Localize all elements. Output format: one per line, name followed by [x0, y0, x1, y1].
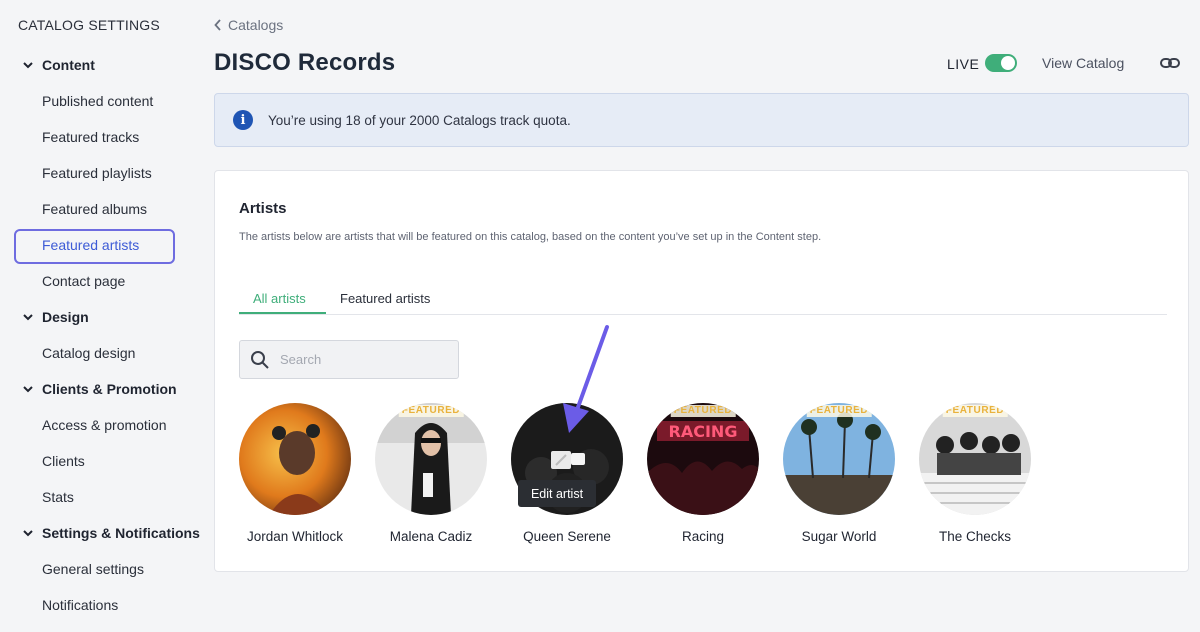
search-icon	[251, 350, 269, 369]
nav-section-label: Clients & Promotion	[42, 381, 177, 397]
artist-avatar	[239, 403, 351, 515]
artist-name: Jordan Whitlock	[246, 529, 344, 544]
artists-description: The artists below are artists that will …	[239, 231, 822, 243]
artist-avatar: FEATURED	[919, 403, 1031, 515]
live-label: LIVE	[947, 56, 980, 72]
chevron-down-icon	[23, 314, 33, 321]
search-input[interactable]	[280, 352, 440, 367]
artist-card[interactable]: FEATURED Sugar World	[771, 403, 907, 553]
nav-item-access-promotion[interactable]: Access & promotion	[42, 417, 167, 433]
breadcrumb[interactable]: Catalogs	[214, 17, 283, 33]
artist-name: Sugar World	[801, 529, 877, 544]
edit-icon[interactable]	[547, 447, 587, 471]
artist-name: Queen Serene	[523, 529, 611, 544]
nav-section-settings-notifications[interactable]: Settings & Notifications	[22, 525, 200, 541]
artist-name: The Checks	[938, 529, 1012, 544]
artist-name: Malena Cadiz	[389, 529, 473, 544]
chevron-left-icon	[214, 19, 221, 31]
page-title: DISCO Records	[214, 49, 396, 76]
nav-item-featured-albums[interactable]: Featured albums	[42, 201, 147, 217]
nav-item-published-content[interactable]: Published content	[42, 93, 153, 109]
artist-tabs: All artists Featured artists	[239, 281, 1167, 315]
tab-active-indicator	[239, 312, 326, 314]
artist-avatar: FEATURED	[375, 403, 487, 515]
artist-card[interactable]: FEATURED Malena Cadiz	[363, 403, 499, 553]
artist-card-hovered[interactable]: Queen Serene	[499, 403, 635, 553]
artist-name: Racing	[681, 529, 725, 544]
edit-artist-tooltip: Edit artist	[518, 480, 596, 507]
info-icon: i	[233, 110, 253, 130]
nav-item-general-settings[interactable]: General settings	[42, 561, 144, 577]
quota-text: You’re using 18 of your 2000 Catalogs tr…	[268, 112, 571, 128]
sidebar: CATALOG SETTINGS Content Published conte…	[0, 0, 205, 632]
nav-section-clients-promotion[interactable]: Clients & Promotion	[22, 381, 177, 397]
sidebar-title: CATALOG SETTINGS	[18, 17, 160, 33]
artists-card: Artists The artists below are artists th…	[214, 170, 1189, 572]
breadcrumb-label: Catalogs	[228, 17, 284, 33]
nav-section-label: Content	[42, 57, 95, 73]
tab-featured-artists[interactable]: Featured artists	[340, 291, 430, 306]
nav-item-stats[interactable]: Stats	[42, 489, 74, 505]
link-icon[interactable]	[1159, 53, 1181, 73]
featured-badge: FEATURED	[806, 405, 872, 417]
nav-item-featured-artists[interactable]: Featured artists	[42, 237, 139, 253]
artist-card[interactable]: RACING FEATURED Racing	[635, 403, 771, 553]
nav-item-contact-page[interactable]: Contact page	[42, 273, 125, 289]
nav-item-catalog-design[interactable]: Catalog design	[42, 345, 135, 361]
nav-item-clients[interactable]: Clients	[42, 453, 85, 469]
nav-item-featured-tracks[interactable]: Featured tracks	[42, 129, 139, 145]
svg-text:RACING: RACING	[669, 422, 738, 441]
live-toggle[interactable]	[985, 54, 1017, 72]
featured-badge: FEATURED	[398, 405, 464, 417]
chevron-down-icon	[23, 530, 33, 537]
artist-card[interactable]: Jordan Whitlock	[227, 403, 363, 553]
nav-section-label: Design	[42, 309, 89, 325]
artist-avatar: RACING FEATURED	[647, 403, 759, 515]
tab-all-artists[interactable]: All artists	[253, 291, 306, 306]
toggle-knob	[1001, 56, 1015, 70]
nav-section-content[interactable]: Content	[22, 57, 95, 73]
artist-avatar: FEATURED	[783, 403, 895, 515]
artists-title: Artists	[239, 200, 287, 217]
quota-banner: i You’re using 18 of your 2000 Catalogs …	[214, 93, 1189, 147]
artist-card[interactable]: FEATURED The Checks	[907, 403, 1043, 553]
nav-section-design[interactable]: Design	[22, 309, 89, 325]
featured-badge: FEATURED	[942, 405, 1008, 417]
chevron-down-icon	[23, 62, 33, 69]
view-catalog-button[interactable]: View Catalog	[1042, 55, 1124, 71]
nav-section-label: Settings & Notifications	[42, 525, 200, 541]
chevron-down-icon	[23, 386, 33, 393]
nav-item-featured-playlists[interactable]: Featured playlists	[42, 165, 152, 181]
featured-badge: FEATURED	[670, 405, 736, 417]
nav-item-notifications[interactable]: Notifications	[42, 597, 118, 613]
search-box[interactable]	[239, 340, 459, 379]
